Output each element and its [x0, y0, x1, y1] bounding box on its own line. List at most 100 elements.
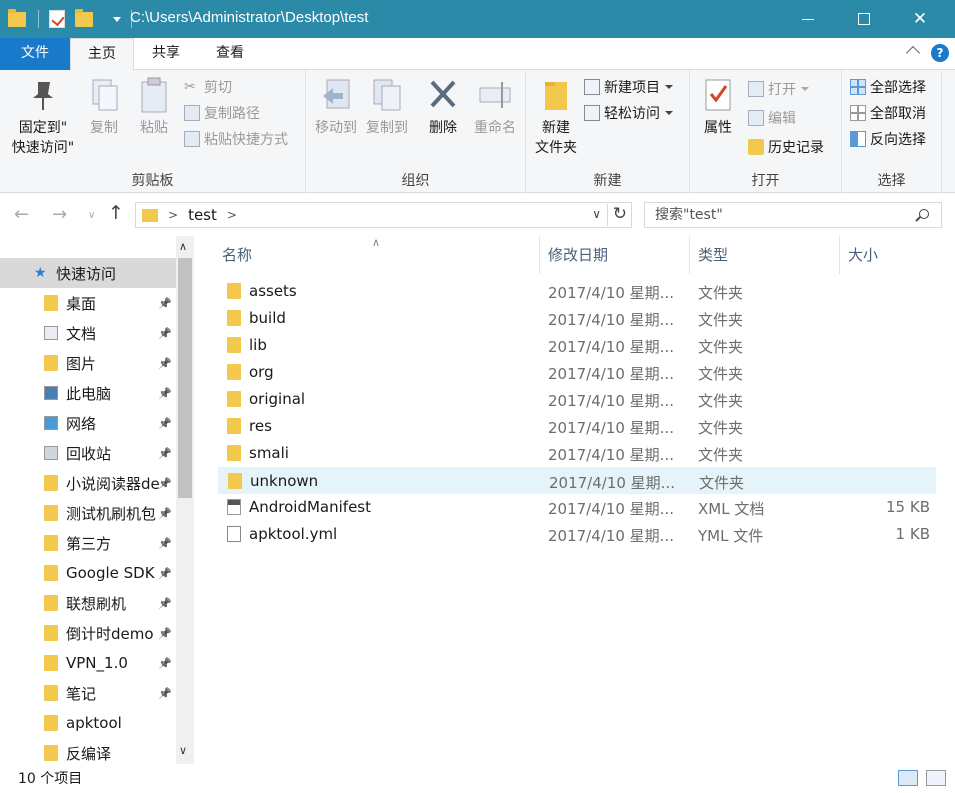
file-row[interactable]: assets2017/4/10 星期...文件夹	[218, 278, 936, 305]
nav-item[interactable]: 笔记📌	[0, 678, 176, 708]
nav-item[interactable]: 第三方📌	[0, 528, 176, 558]
nav-item[interactable]: 图片📌	[0, 348, 176, 378]
file-row[interactable]: build2017/4/10 星期...文件夹	[218, 305, 936, 332]
edit-icon	[748, 110, 764, 126]
select-none-button[interactable]: 全部取消	[850, 102, 926, 124]
forward-arrow-icon[interactable]: →	[52, 204, 67, 225]
file-row[interactable]: apktool.yml2017/4/10 星期...YML 文件1 KB	[218, 521, 936, 548]
nav-item[interactable]: 联想刷机📌	[0, 588, 176, 618]
nav-item[interactable]: 倒计时demo📌	[0, 618, 176, 648]
breadcrumb-separator-icon[interactable]: >	[227, 208, 237, 222]
nav-item[interactable]: VPN_1.0📌	[0, 648, 176, 678]
column-header-date[interactable]: 修改日期	[540, 236, 690, 274]
nav-item[interactable]: 桌面📌	[0, 288, 176, 318]
minimize-button[interactable]	[785, 0, 831, 38]
nav-item-label: apktool	[66, 714, 122, 732]
up-arrow-icon[interactable]: ↑	[108, 202, 124, 224]
title-bar: C:\Users\Administrator\Desktop\test ✕	[0, 0, 955, 38]
paste-button[interactable]: 粘贴	[132, 76, 176, 138]
pin-to-quick-access-button[interactable]: 固定到" 快速访问"	[8, 76, 78, 158]
easy-access-button[interactable]: 轻松访问	[584, 102, 673, 124]
new-folder-icon[interactable]	[75, 12, 93, 27]
select-all-button[interactable]: 全部选择	[850, 76, 926, 98]
customize-dropdown-icon[interactable]	[113, 17, 121, 22]
open-button[interactable]: 打开	[748, 78, 809, 100]
column-header-name[interactable]: ∧ 名称	[200, 236, 540, 274]
nav-item[interactable]: 测试机刷机包📌	[0, 498, 176, 528]
tab-file[interactable]: 文件	[0, 38, 70, 70]
rename-button[interactable]: 重命名	[468, 76, 522, 138]
file-row[interactable]: org2017/4/10 星期...文件夹	[218, 359, 936, 386]
pin-icon[interactable]: 📌	[158, 297, 172, 310]
details-view-icon[interactable]	[898, 770, 918, 786]
breadcrumb-separator-icon[interactable]: >	[168, 208, 178, 222]
pin-icon[interactable]: 📌	[158, 357, 172, 370]
properties-icon[interactable]	[49, 10, 65, 28]
close-button[interactable]: ✕	[897, 0, 943, 38]
new-folder-button[interactable]: 新建 文件夹	[530, 76, 582, 158]
invert-selection-button[interactable]: 反向选择	[850, 128, 926, 150]
history-button[interactable]: 历史记录	[748, 136, 824, 158]
pin-icon[interactable]: 📌	[158, 327, 172, 340]
nav-item[interactable]: 文档📌	[0, 318, 176, 348]
scroll-down-icon[interactable]: ∨	[179, 744, 187, 757]
pin-icon[interactable]: 📌	[158, 687, 172, 700]
column-header-size[interactable]: 大小	[840, 236, 940, 274]
search-icon[interactable]	[919, 209, 929, 219]
column-header-type[interactable]: 类型	[690, 236, 840, 274]
nav-item[interactable]: 网络📌	[0, 408, 176, 438]
scroll-up-icon[interactable]: ∧	[179, 240, 187, 253]
file-name: assets	[249, 282, 297, 300]
new-item-button[interactable]: 新建项目	[584, 76, 673, 98]
pin-icon[interactable]: 📌	[158, 597, 172, 610]
nav-item[interactable]: 回收站📌	[0, 438, 176, 468]
tab-share[interactable]: 共享	[136, 38, 196, 70]
tab-view[interactable]: 查看	[200, 38, 260, 70]
pin-icon[interactable]: 📌	[158, 657, 172, 670]
help-icon[interactable]: ?	[931, 44, 949, 62]
pin-icon[interactable]: 📌	[158, 567, 172, 580]
delete-button[interactable]: 删除	[422, 76, 464, 138]
move-to-button[interactable]: 移动到	[312, 76, 360, 138]
open-icon	[748, 81, 764, 97]
nav-item[interactable]: Google SDK📌	[0, 558, 176, 588]
copy-path-button[interactable]: 复制路径	[184, 102, 260, 124]
file-row[interactable]: AndroidManifest2017/4/10 星期...XML 文档15 K…	[218, 494, 936, 521]
refresh-icon[interactable]: ↻	[607, 204, 627, 226]
nav-item[interactable]: 此电脑📌	[0, 378, 176, 408]
large-icons-view-icon[interactable]	[926, 770, 946, 786]
address-bar[interactable]: > test > ∨ ↻	[135, 202, 632, 228]
pin-icon[interactable]: 📌	[158, 537, 172, 550]
pin-icon[interactable]: 📌	[158, 477, 172, 490]
file-row[interactable]: lib2017/4/10 星期...文件夹	[218, 332, 936, 359]
edit-button[interactable]: 编辑	[748, 107, 796, 129]
pin-icon[interactable]: 📌	[158, 387, 172, 400]
scroll-thumb[interactable]	[178, 258, 192, 498]
pin-icon[interactable]: 📌	[158, 507, 172, 520]
file-row[interactable]: res2017/4/10 星期...文件夹	[218, 413, 936, 440]
recent-locations-icon[interactable]: ∨	[88, 210, 95, 221]
back-arrow-icon[interactable]: ←	[14, 204, 29, 225]
nav-item[interactable]: 小说阅读器de📌	[0, 468, 176, 498]
properties-button[interactable]: 属性	[698, 76, 738, 138]
maximize-button[interactable]	[841, 0, 887, 38]
cut-button[interactable]: ✂ 剪切	[184, 76, 232, 98]
file-row[interactable]: original2017/4/10 星期...文件夹	[218, 386, 936, 413]
breadcrumb[interactable]: test	[188, 206, 217, 224]
paste-shortcut-button[interactable]: 粘贴快捷方式	[184, 128, 288, 150]
copy-to-button[interactable]: 复制到	[362, 76, 412, 138]
search-input[interactable]: 搜索"test"	[644, 202, 942, 228]
address-dropdown-icon[interactable]: ∨	[592, 207, 601, 221]
pin-icon[interactable]: 📌	[158, 417, 172, 430]
tab-home[interactable]: 主页	[70, 38, 134, 71]
nav-scrollbar[interactable]: ∧ ∨	[176, 236, 194, 764]
nav-item[interactable]: ★快速访问	[0, 258, 176, 288]
pin-icon[interactable]: 📌	[158, 627, 172, 640]
file-row[interactable]: unknown2017/4/10 星期...文件夹	[218, 467, 936, 494]
collapse-ribbon-icon[interactable]	[906, 46, 920, 60]
pin-icon[interactable]: 📌	[158, 447, 172, 460]
folder-icon	[44, 386, 58, 400]
copy-button[interactable]: 复制	[82, 76, 126, 138]
nav-item[interactable]: apktool	[0, 708, 176, 738]
file-row[interactable]: smali2017/4/10 星期...文件夹	[218, 440, 936, 467]
